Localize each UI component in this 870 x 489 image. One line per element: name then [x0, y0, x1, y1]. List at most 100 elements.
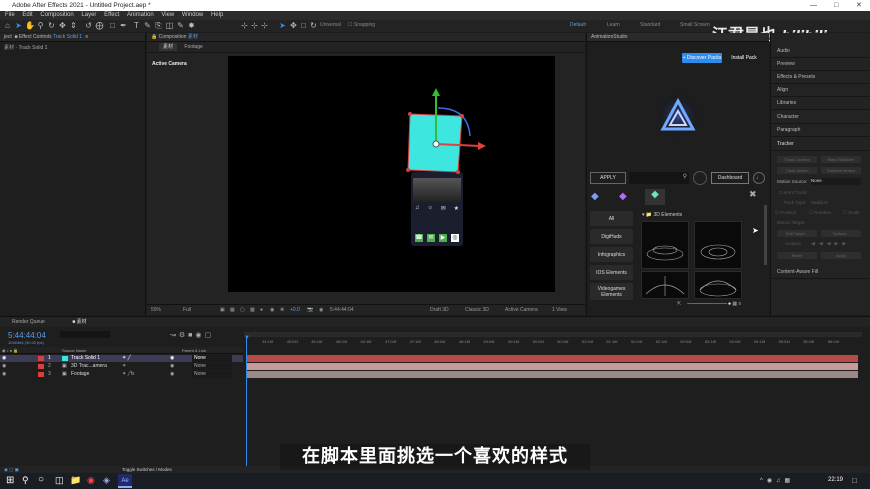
quality-select[interactable]: Full — [183, 305, 191, 315]
layer-row[interactable]: ◉ 1 Track Solid 1 ✶ ╱ ◉ None — [0, 355, 243, 362]
orbit-tool-icon[interactable]: ↻ — [47, 21, 56, 30]
composition-viewer[interactable]: ♫ ☼ ✉ ★ ☎ ✉ ▶ ◎ — [228, 56, 555, 292]
renderer-mode[interactable]: Classic 3D — [465, 305, 489, 315]
category-all[interactable]: All — [590, 211, 633, 226]
pack-gem-purple-icon[interactable]: ◆ — [619, 191, 627, 202]
scrollbar[interactable] — [764, 205, 767, 265]
parent-pickwhip-icon[interactable]: ◉ — [170, 371, 174, 378]
minimize-icon[interactable]: — — [810, 0, 817, 11]
rotation-tool-icon[interactable]: ↻ — [309, 21, 318, 30]
slider-handle[interactable]: ● — [728, 301, 731, 307]
cortana-icon[interactable]: ○ — [38, 474, 44, 485]
corner-pin[interactable] — [460, 114, 464, 118]
corner-pin[interactable] — [456, 170, 460, 174]
menu-window[interactable]: Window — [182, 12, 203, 18]
tab-timeline-comp[interactable]: ■ 素材 — [72, 319, 86, 325]
color-icon[interactable]: ◉ — [270, 305, 274, 315]
playhead-marker-icon[interactable]: ▼ — [244, 335, 250, 341]
toggle-switches-modes[interactable]: Toggle Switches / Modes — [122, 466, 172, 473]
layer-switches[interactable]: ✶ ╱fx — [122, 371, 134, 378]
layer-bar-footage[interactable] — [246, 371, 858, 378]
lock-icon[interactable]: 🔒 — [151, 34, 157, 40]
snapping-checkbox[interactable]: ☐ Snapping — [348, 22, 375, 28]
panel-menu-icon[interactable]: ≡ — [85, 34, 88, 40]
task-view-icon[interactable]: ◫ — [55, 475, 64, 486]
current-time[interactable]: 5:44:44:04 — [8, 331, 46, 340]
hand-tool-icon[interactable]: ✋ — [25, 21, 35, 30]
panel-tracker[interactable]: Tracker — [771, 138, 870, 151]
layer-name[interactable]: 3D Trac...amera — [71, 363, 107, 370]
menu-layer[interactable]: Layer — [81, 12, 96, 18]
toggle-circle-button[interactable] — [693, 171, 707, 185]
panel-libraries[interactable]: Libraries — [771, 97, 870, 110]
preset-thumbnail[interactable] — [641, 271, 689, 299]
pen-tool-icon[interactable]: ✒ — [119, 21, 128, 30]
workspace-small-screen[interactable]: Small Screen — [680, 22, 710, 28]
panel-paragraph[interactable]: Paragraph — [771, 124, 870, 137]
anchor-point[interactable] — [432, 140, 440, 148]
search-input[interactable]: ⚲ — [629, 172, 689, 184]
label-color[interactable] — [38, 364, 44, 369]
install-pack-button[interactable]: Install Pack — [727, 53, 761, 63]
subtab-footage[interactable]: Footage — [184, 44, 202, 50]
layer-bar-camera[interactable] — [246, 363, 858, 370]
comp-timecode[interactable]: 5:44:44:04 — [330, 305, 354, 315]
system-tray-icons[interactable]: ^◉♫▦ — [760, 477, 794, 484]
menu-animation[interactable]: Animation — [127, 12, 154, 18]
track-type-value[interactable]: Stabilize — [811, 200, 828, 205]
layer-bar-track-solid[interactable] — [246, 355, 858, 362]
track-motion-button[interactable]: Track Motion — [777, 167, 817, 174]
universal-tool-icon[interactable]: ➤ — [278, 21, 287, 30]
dolly-tool-icon[interactable]: ⇕ — [69, 21, 78, 30]
timeline-toolbar-icons[interactable]: ↝⚙■◉▢ — [170, 331, 214, 339]
volume-icon[interactable]: ♩ — [753, 172, 765, 184]
brush-tool-icon[interactable]: ✎ — [143, 21, 152, 30]
discover-packs-button[interactable]: + Discover Packs — [682, 53, 722, 63]
menu-effect[interactable]: Effect — [104, 12, 119, 18]
move-tool-icon[interactable]: ✥ — [289, 21, 298, 30]
renderer-label[interactable]: Draft 3D — [430, 305, 449, 315]
chrome-icon[interactable]: ◉ — [87, 475, 95, 486]
snapshot-icon[interactable]: 📷 — [307, 305, 313, 315]
type-tool-icon[interactable]: T — [132, 21, 141, 30]
apply-button[interactable]: APPLY — [590, 172, 626, 184]
tools-icon[interactable]: ✖ — [749, 189, 757, 200]
puppet-tool-icon[interactable]: ✸ — [187, 21, 196, 30]
label-color[interactable] — [38, 372, 44, 377]
layer-name[interactable]: Track Solid 1 — [71, 355, 100, 362]
menu-composition[interactable]: Composition — [40, 12, 73, 18]
thumbnail-zoom-slider[interactable]: ⇱ ● ▦ ≡ — [677, 301, 757, 309]
channel-icon[interactable]: ● — [260, 305, 263, 315]
region-icon[interactable]: ▣ — [220, 305, 225, 315]
workspace-default[interactable]: Default — [570, 22, 586, 28]
show-snapshot-icon[interactable]: ◉ — [319, 305, 323, 315]
visibility-icon[interactable]: ◉ — [2, 355, 6, 362]
analyze-controls[interactable]: ◀◀◀▶▶ — [811, 241, 850, 247]
maximize-icon[interactable]: □ — [834, 0, 838, 11]
grid-view-icon[interactable]: ▦ — [732, 301, 737, 307]
y-arrow-icon[interactable] — [432, 88, 440, 96]
panel-audio[interactable]: Audio — [771, 45, 870, 58]
exposure-icon[interactable]: ❋ — [280, 305, 284, 315]
category-ios-elements[interactable]: IOS Elements — [590, 265, 633, 280]
tab-render-queue[interactable]: Render Queue — [12, 319, 45, 325]
visibility-icon[interactable]: ◉ — [2, 363, 6, 370]
selection-tool-icon[interactable]: ➤ — [14, 21, 23, 30]
timeline-search-input[interactable] — [60, 331, 110, 338]
motion-source-select[interactable]: None — [811, 178, 861, 185]
stabilize-motion-button[interactable]: Stabilize Motion — [821, 167, 861, 174]
layer-row[interactable]: ◉ 3 ▣ Footage ✶ ╱fx ◉ None — [0, 371, 243, 378]
apply-tracker-button[interactable]: Apply — [821, 252, 861, 259]
edit-target-button[interactable]: Edit Target... — [777, 230, 817, 237]
menu-edit[interactable]: Edit — [22, 12, 32, 18]
grid-icon[interactable]: ▦ — [230, 305, 235, 315]
tab-composition[interactable]: Composition — [159, 34, 187, 40]
subtab-comp[interactable]: 素材 — [159, 43, 178, 51]
panel-preview[interactable]: Preview — [771, 58, 870, 71]
panel-character[interactable]: Character — [771, 111, 870, 124]
category-infographics[interactable]: Infographics — [590, 247, 633, 262]
eraser-tool-icon[interactable]: ◫ — [165, 21, 174, 30]
position-checkbox[interactable]: ☑ Position — [775, 210, 796, 216]
zoom-select[interactable]: 59% — [151, 305, 161, 315]
parent-select[interactable]: None — [192, 371, 232, 378]
